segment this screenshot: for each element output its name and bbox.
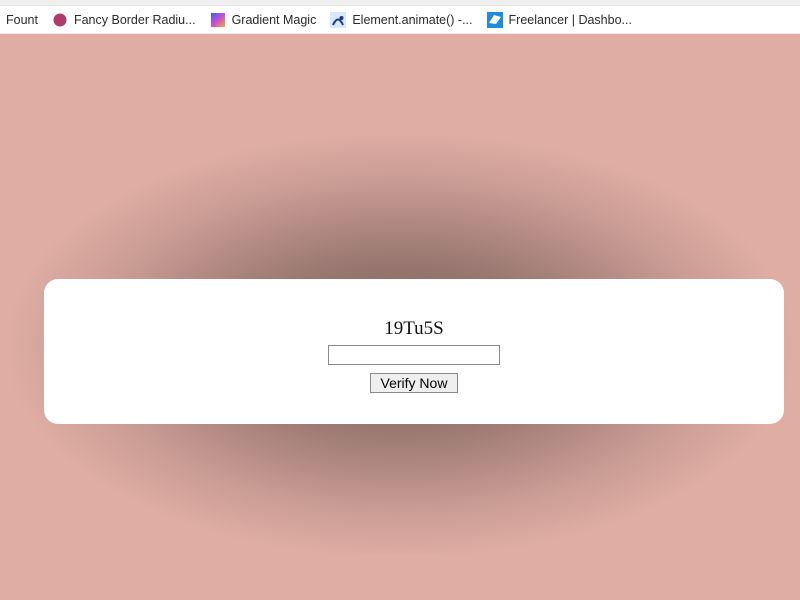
freelancer-icon (487, 12, 503, 28)
bookmark-freelancer[interactable]: Freelancer | Dashbo... (487, 12, 632, 28)
captcha-input[interactable] (328, 345, 500, 365)
circle-icon (52, 12, 68, 28)
captcha-code: 19Tu5S (384, 318, 444, 340)
bookmark-label: Freelancer | Dashbo... (509, 13, 632, 27)
page-content: 19Tu5S Verify Now (0, 34, 800, 600)
captcha-card: 19Tu5S Verify Now (44, 279, 784, 424)
verify-button[interactable]: Verify Now (370, 373, 459, 393)
bookmark-fount[interactable]: Fount (6, 13, 38, 27)
bookmark-label: Element.animate() -... (352, 13, 472, 27)
bookmark-label: Gradient Magic (232, 13, 317, 27)
bookmark-element-animate[interactable]: Element.animate() -... (330, 12, 472, 28)
bookmarks-bar: Fount Fancy Border Radiu... Gradient Mag… (0, 6, 800, 34)
bookmark-label: Fount (6, 13, 38, 27)
bookmark-label: Fancy Border Radiu... (74, 13, 196, 27)
gradient-icon (210, 12, 226, 28)
bookmark-gradient-magic[interactable]: Gradient Magic (210, 12, 317, 28)
animate-icon (330, 12, 346, 28)
bookmark-fancy-border-radius[interactable]: Fancy Border Radiu... (52, 12, 196, 28)
